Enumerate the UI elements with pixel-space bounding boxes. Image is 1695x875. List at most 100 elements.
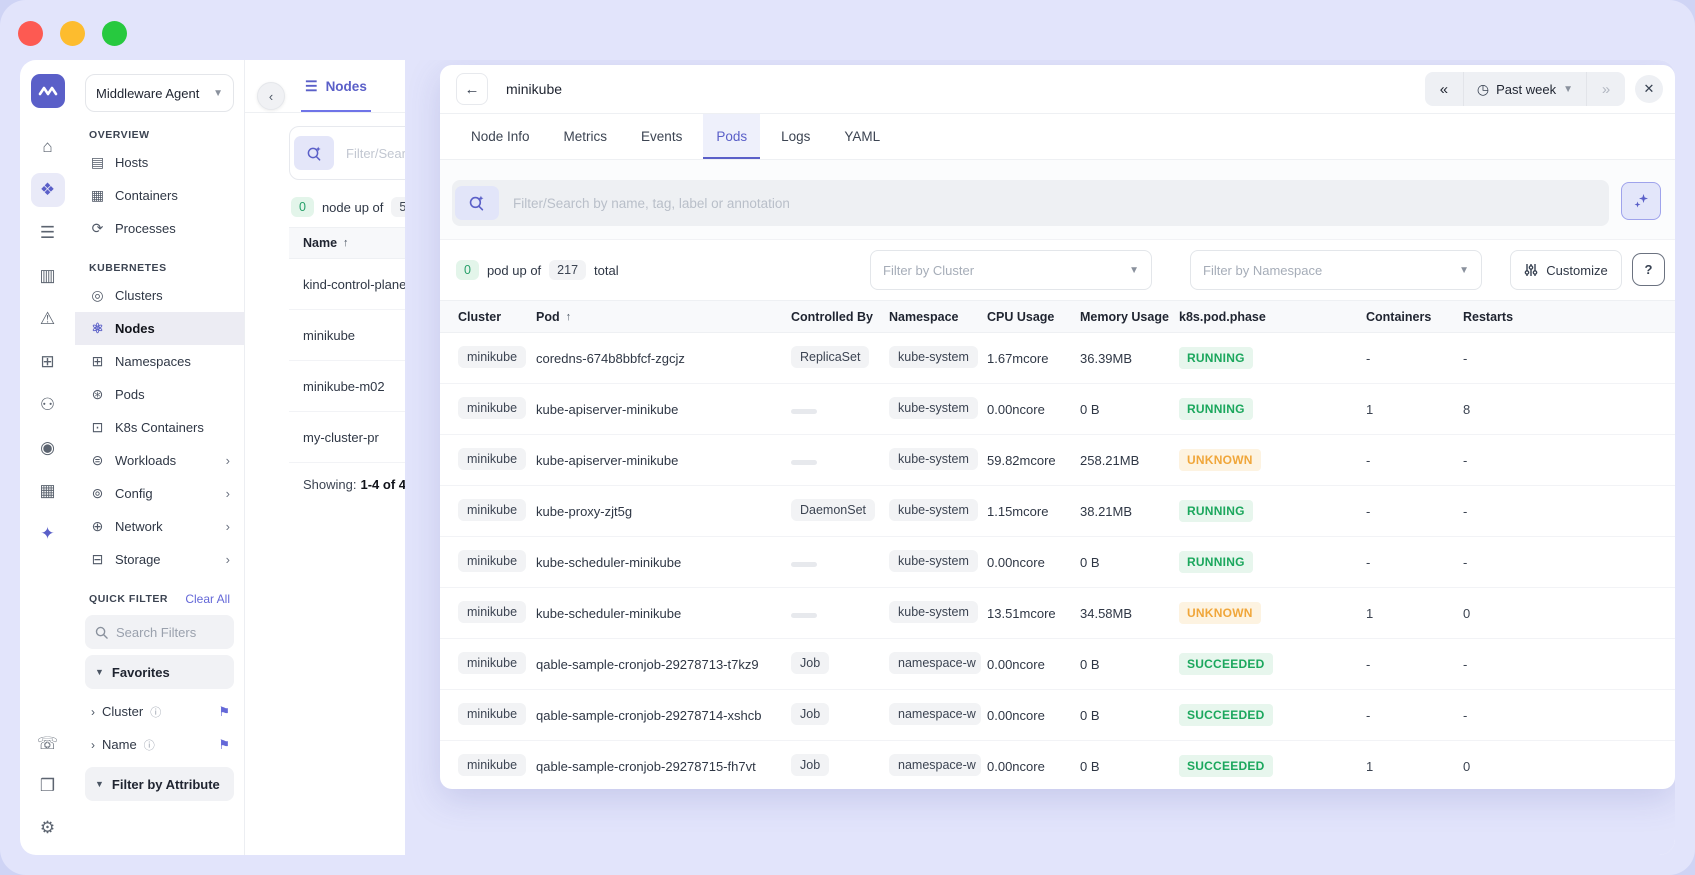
- sidebar-item-pods[interactable]: ⊛ Pods: [75, 378, 244, 411]
- home-icon: ⌂: [42, 137, 53, 156]
- tab-logs[interactable]: Logs: [768, 114, 823, 159]
- pods-total-count-badge: 217: [549, 260, 587, 280]
- favorites-group-label: Favorites: [111, 664, 170, 680]
- pod-table-row[interactable]: minikube qable-sample-cronjob-29278714-xs…: [440, 690, 1675, 741]
- clear-all-link[interactable]: Clear All: [185, 592, 230, 606]
- customize-columns-button[interactable]: Customize: [1510, 250, 1622, 290]
- filter-by-cluster-dropdown[interactable]: Filter by Cluster ▼: [870, 250, 1152, 290]
- nodes-view-tab-nodes[interactable]: ☰ Nodes: [301, 60, 371, 112]
- middleware-logo[interactable]: [30, 74, 65, 108]
- column-header-pod[interactable]: Pod ↑: [536, 310, 791, 324]
- pod-table-row[interactable]: minikube kube-apiserver-minikube kube-syst…: [440, 384, 1675, 435]
- column-header-cluster[interactable]: Cluster: [458, 310, 536, 324]
- pods-search-input[interactable]: Filter/Search by name, tag, label or ann…: [452, 180, 1609, 226]
- logs-rail-button[interactable]: ☰: [31, 216, 65, 250]
- support-rail-button[interactable]: ☏: [31, 727, 65, 761]
- pod-table-row[interactable]: minikube qable-sample-cronjob-29278713-t7…: [440, 639, 1675, 690]
- reports-rail-button[interactable]: ▥: [31, 259, 65, 293]
- tab-metrics[interactable]: Metrics: [551, 114, 621, 159]
- traces-rail-button[interactable]: ◉: [31, 431, 65, 465]
- detail-header: ← minikube « ◷ Past week ▼ » ✕: [440, 65, 1675, 114]
- tab-node-info[interactable]: Node Info: [458, 114, 543, 159]
- sidebar-item-workloads[interactable]: ⊜ Workloads ›: [75, 444, 244, 477]
- pod-table-row[interactable]: minikube qable-sample-cronjob-29278715-fh…: [440, 741, 1675, 789]
- infrastructure-rail-button[interactable]: ❖: [30, 173, 65, 207]
- filter-by-attribute-toggle[interactable]: ▼ Filter by Attribute: [85, 767, 234, 801]
- pod-table-row[interactable]: minikube kube-scheduler-minikube kube-syst…: [440, 537, 1675, 588]
- window-minimize-button[interactable]: [60, 21, 85, 46]
- column-header-label: Cluster: [458, 309, 502, 324]
- pod-phase-badge: UNKNOWN: [1179, 602, 1261, 624]
- agent-icon: ⚇: [39, 395, 56, 414]
- window-zoom-button[interactable]: [102, 21, 127, 46]
- sidebar-item-hosts[interactable]: ▤ Hosts: [75, 146, 244, 179]
- home-rail-button[interactable]: ⌂: [31, 130, 65, 164]
- cell-pod-phase: RUNNING: [1179, 551, 1366, 573]
- sidebar-item-k8s-containers[interactable]: ⊡ K8s Containers: [75, 411, 244, 444]
- dashboards-rail-button[interactable]: ⊞: [31, 345, 65, 379]
- time-range-next-button[interactable]: »: [1587, 72, 1625, 106]
- pod-table-row[interactable]: minikube kube-apiserver-minikube kube-syst…: [440, 435, 1675, 486]
- tab-yaml[interactable]: YAML: [831, 114, 893, 159]
- sidebar-item-network[interactable]: ⊕ Network ›: [75, 510, 244, 543]
- sidebar-item-config[interactable]: ⊚ Config ›: [75, 477, 244, 510]
- favorites-group-toggle[interactable]: ▼ Favorites: [85, 655, 234, 689]
- help-button[interactable]: ?: [1632, 253, 1665, 286]
- pods-search-section: Filter/Search by name, tag, label or ann…: [440, 160, 1675, 240]
- tab-pods[interactable]: Pods: [703, 114, 761, 159]
- sidebar-item-containers[interactable]: ▦ Containers: [75, 179, 244, 212]
- favorite-filter-cluster[interactable]: › Cluster ⓘ ⚑: [75, 695, 244, 728]
- namespace-badge: namespace-w: [889, 651, 981, 674]
- pin-icon: ⚑: [218, 703, 230, 719]
- resources-rail-button[interactable]: ▦: [31, 474, 65, 508]
- time-range-prev-button[interactable]: «: [1425, 72, 1463, 106]
- pods-filter-row: 0 pod up of 217 total Filter by Cluster …: [440, 240, 1675, 300]
- dashboards-icon: ⊞: [40, 352, 55, 371]
- pod-table-row[interactable]: minikube kube-proxy-zjt5g DaemonSet kube-sy…: [440, 486, 1675, 537]
- column-header-cpu-usage[interactable]: CPU Usage: [987, 310, 1080, 324]
- project-selector[interactable]: Middleware Agent ▼: [85, 74, 234, 112]
- time-range-selector[interactable]: ◷ Past week ▼: [1462, 72, 1587, 106]
- pod-table-row[interactable]: minikube kube-scheduler-minikube kube-syst…: [440, 588, 1675, 639]
- namespace-badge: kube-system: [889, 600, 978, 623]
- ai-assistant-rail-button[interactable]: ✦: [31, 517, 65, 551]
- column-header-memory-usage[interactable]: Memory Usage: [1080, 310, 1179, 324]
- column-header-restarts[interactable]: Restarts: [1463, 310, 1563, 324]
- cell-cpu-usage: 59.82mcore: [987, 452, 1056, 468]
- sidebar-item-clusters[interactable]: ◎ Clusters: [75, 279, 244, 312]
- sidebar-item-storage[interactable]: ⊟ Storage ›: [75, 543, 244, 576]
- controlled-by-badge: ReplicaSet: [791, 345, 870, 368]
- detail-close-button[interactable]: ✕: [1635, 75, 1663, 103]
- sidebar-item-nodes[interactable]: ⚛ Nodes: [75, 312, 244, 345]
- column-header-controlled-by[interactable]: Controlled By: [791, 310, 889, 324]
- filter-by-namespace-dropdown[interactable]: Filter by Namespace ▼: [1190, 250, 1482, 290]
- cell-pod-name: kube-apiserver-minikube: [536, 452, 679, 468]
- packages-rail-button[interactable]: ❒: [31, 769, 65, 803]
- back-button[interactable]: ←: [456, 73, 488, 105]
- tab-events[interactable]: Events: [628, 114, 695, 159]
- cell-pod-phase: SUCCEEDED: [1179, 704, 1366, 726]
- pod-table-row[interactable]: minikube coredns-674b8bbfcf-zgcjz ReplicaS…: [440, 333, 1675, 384]
- cell-restarts: 0: [1463, 605, 1471, 621]
- empty-value-bar: [791, 459, 817, 465]
- window-close-button[interactable]: [18, 21, 43, 46]
- agent-rail-button[interactable]: ⚇: [31, 388, 65, 422]
- pods-search-placeholder: Filter/Search by name, tag, label or ann…: [513, 195, 790, 211]
- alerts-rail-button[interactable]: ⚠: [31, 302, 65, 336]
- k8s-containers-icon: ⊡: [91, 419, 104, 435]
- favorite-filter-name[interactable]: › Name ⓘ ⚑: [75, 728, 244, 761]
- search-filters-input[interactable]: Search Filters: [85, 615, 234, 649]
- column-header-k8s-pod-phase[interactable]: k8s.pod.phase: [1179, 310, 1366, 324]
- column-header-namespace[interactable]: Namespace: [889, 310, 987, 324]
- settings-rail-button[interactable]: ⚙: [31, 811, 65, 845]
- ai-query-button[interactable]: [1621, 182, 1661, 220]
- cell-controlled-by: Job: [791, 651, 889, 677]
- cell-memory-usage: 36.39MB: [1080, 350, 1133, 366]
- sidebar-collapse-button[interactable]: ‹: [257, 82, 285, 110]
- sidebar-item-namespaces[interactable]: ⊞ Namespaces: [75, 345, 244, 378]
- cell-namespace: kube-system: [889, 447, 987, 473]
- pods-summary: 0 pod up of 217 total: [456, 240, 619, 300]
- sidebar-item-processes[interactable]: ⟳ Processes: [75, 212, 244, 245]
- list-view-icon: ☰: [305, 77, 318, 94]
- column-header-containers[interactable]: Containers: [1366, 310, 1463, 324]
